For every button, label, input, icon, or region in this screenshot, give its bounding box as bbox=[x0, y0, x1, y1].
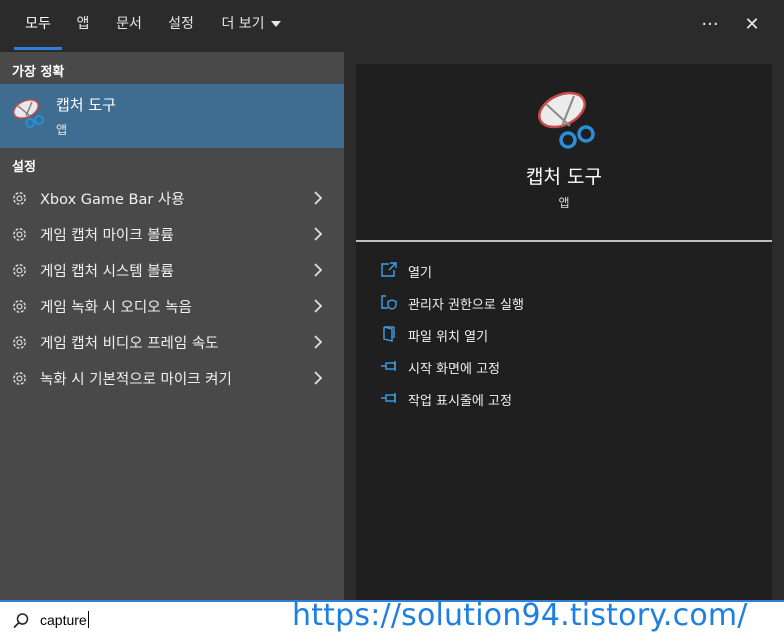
settings-result-item[interactable]: 게임 캡처 비디오 프레임 속도 bbox=[0, 324, 344, 360]
settings-result-label: 게임 캡처 시스템 볼륨 bbox=[40, 264, 174, 280]
settings-result-item[interactable]: 녹화 시 기본적으로 마이크 켜기 bbox=[0, 360, 344, 396]
tab-settings[interactable]: 설정 bbox=[164, 0, 198, 52]
snipping-tool-icon bbox=[12, 99, 44, 128]
action-run-as-admin[interactable]: 관리자 권한으로 실행 bbox=[376, 289, 756, 317]
tab-more-label: 더 보기 bbox=[221, 16, 265, 32]
pin-icon bbox=[381, 393, 396, 403]
action-open[interactable]: 열기 bbox=[376, 257, 756, 285]
settings-result-item[interactable]: 게임 캡처 마이크 볼륨 bbox=[0, 216, 344, 252]
settings-result-label: 게임 캡처 비디오 프레임 속도 bbox=[40, 336, 219, 352]
settings-result-label: Xbox Game Bar 사용 bbox=[40, 192, 185, 208]
pin-icon bbox=[381, 361, 396, 371]
text-cursor bbox=[87, 611, 89, 628]
search-input[interactable]: capture bbox=[40, 611, 89, 628]
open-icon bbox=[381, 262, 397, 277]
preview-pane: 캡처 도구 앱 열기 관리자 권한으로 실행 파일 위치 열기 시작 화면에 고… bbox=[356, 64, 772, 600]
chevron-right-icon bbox=[314, 371, 323, 385]
tab-apps[interactable]: 앱 bbox=[72, 0, 94, 52]
file-location-icon bbox=[383, 326, 395, 342]
action-run-as-admin-label: 관리자 권한으로 실행 bbox=[408, 298, 524, 313]
best-match-item[interactable]: 캡처 도구 앱 bbox=[0, 84, 344, 148]
gear-icon bbox=[13, 228, 26, 241]
settings-result-item[interactable]: Xbox Game Bar 사용 bbox=[0, 180, 344, 216]
action-open-file-location-label: 파일 위치 열기 bbox=[408, 330, 489, 345]
settings-heading: 설정 bbox=[12, 160, 36, 175]
preview-app-name: 캡처 도구 bbox=[526, 166, 602, 188]
chevron-right-icon bbox=[314, 191, 323, 205]
ellipsis-icon[interactable]: ··· bbox=[696, 12, 724, 40]
action-pin-to-start-label: 시작 화면에 고정 bbox=[408, 362, 500, 377]
chevron-right-icon bbox=[314, 263, 323, 277]
action-pin-to-start[interactable]: 시작 화면에 고정 bbox=[376, 353, 756, 381]
settings-result-item[interactable]: 게임 녹화 시 오디오 녹음 bbox=[0, 288, 344, 324]
action-pin-to-taskbar[interactable]: 작업 표시줄에 고정 bbox=[376, 385, 756, 413]
preview-app-kind: 앱 bbox=[558, 196, 570, 210]
snipping-tool-icon bbox=[538, 91, 595, 149]
preview-divider bbox=[356, 240, 772, 242]
chevron-right-icon bbox=[314, 227, 323, 241]
action-pin-to-taskbar-label: 작업 표시줄에 고정 bbox=[408, 394, 512, 409]
settings-result-label: 녹화 시 기본적으로 마이크 켜기 bbox=[40, 372, 232, 388]
gear-icon bbox=[13, 336, 26, 349]
settings-result-label: 게임 녹화 시 오디오 녹음 bbox=[40, 300, 192, 316]
watermark-url: https://solution94.tistory.com/ bbox=[292, 598, 748, 633]
settings-result-item[interactable]: 게임 캡처 시스템 볼륨 bbox=[0, 252, 344, 288]
chevron-right-icon bbox=[314, 335, 323, 349]
search-tab-bar: 모두 앱 문서 설정 더 보기 ··· ✕ bbox=[0, 0, 784, 52]
chevron-down-icon bbox=[270, 21, 281, 27]
chevron-right-icon bbox=[314, 299, 323, 313]
tab-documents[interactable]: 문서 bbox=[112, 0, 146, 52]
search-bar[interactable]: capture https://solution94.tistory.com/ bbox=[0, 598, 784, 640]
shield-icon bbox=[381, 295, 397, 310]
best-match-name: 캡처 도구 bbox=[56, 96, 116, 114]
search-input-value: capture bbox=[40, 612, 87, 628]
tab-more[interactable]: 더 보기 bbox=[218, 0, 284, 52]
best-match-kind: 앱 bbox=[56, 123, 68, 137]
settings-result-label: 게임 캡처 마이크 볼륨 bbox=[40, 228, 174, 244]
best-match-heading: 가장 정확 bbox=[12, 65, 65, 80]
gear-icon bbox=[13, 300, 26, 313]
gear-icon bbox=[13, 192, 26, 205]
search-icon bbox=[13, 613, 29, 629]
results-pane: 가장 정확 캡처 도구 앱 설정 Xbox Game Bar 사용 게임 캡처 … bbox=[0, 52, 344, 600]
tab-all[interactable]: 모두 bbox=[14, 0, 62, 52]
gear-icon bbox=[13, 264, 26, 277]
close-icon[interactable]: ✕ bbox=[738, 12, 766, 40]
gear-icon bbox=[13, 372, 26, 385]
action-open-file-location[interactable]: 파일 위치 열기 bbox=[376, 321, 756, 349]
action-open-label: 열기 bbox=[408, 266, 432, 281]
